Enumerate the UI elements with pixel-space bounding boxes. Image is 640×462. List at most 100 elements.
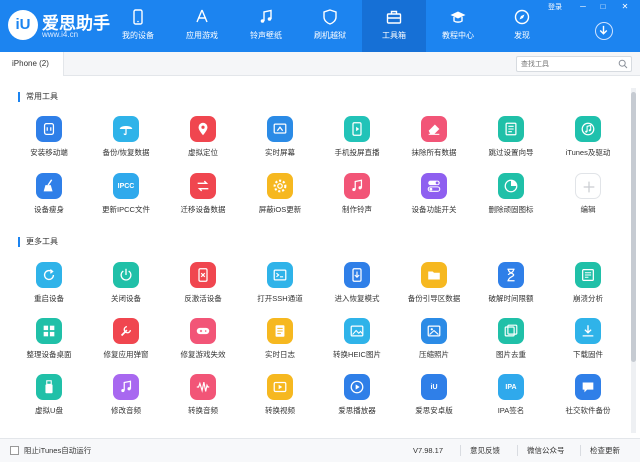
hourglass-icon — [498, 262, 524, 288]
tool-tile[interactable]: 虚拟定位 — [164, 116, 242, 166]
tool-tile[interactable]: 打开SSH通道 — [241, 262, 319, 312]
tool-tile[interactable]: 下载固件 — [549, 318, 627, 368]
app-header: iU 爱思助手 www.i4.cn 我的设备 应用游戏 铃声壁纸 刷机越狱 工具箱 教程中… — [0, 0, 640, 52]
tool-tile[interactable]: 修复游戏失效 — [164, 318, 242, 368]
feedback-link[interactable]: 意见反馈 — [470, 439, 500, 462]
tool-tile[interactable]: 转换视频 — [241, 374, 319, 424]
tool-tile-label: 抹除所有数据 — [411, 148, 457, 157]
tool-tile-label: 备份引导区数据 — [407, 294, 461, 303]
scrollbar-thumb[interactable] — [631, 92, 636, 362]
hourglass-icon-glyph — [507, 268, 515, 282]
recovery-icon — [344, 262, 370, 288]
block-itunes-label[interactable]: 阻止iTunes自动运行 — [24, 439, 91, 462]
tool-tile[interactable]: 压缩照片 — [395, 318, 473, 368]
tool-tile[interactable]: 爱思播放器 — [318, 374, 396, 424]
tool-tile[interactable]: 迁移设备数据 — [164, 173, 242, 223]
nav-tab-3[interactable]: 刷机越狱 — [298, 0, 362, 52]
tool-tile[interactable]: 制作铃声 — [318, 173, 396, 223]
itunes-icon — [575, 116, 601, 142]
tool-tile[interactable]: 图片去重 — [472, 318, 550, 368]
version-label: V7.98.17 — [413, 446, 444, 455]
folder-icon — [421, 262, 447, 288]
tool-tile-label: 虚拟定位 — [188, 148, 218, 157]
close-button[interactable]: ✕ — [620, 2, 630, 12]
tool-tile[interactable]: IPCC 更新IPCC文件 — [87, 173, 165, 223]
check-update-link[interactable]: 检查更新 — [590, 439, 620, 462]
download-icon — [575, 318, 601, 344]
location-pin-icon-glyph — [198, 122, 208, 136]
dedupe-icon — [498, 318, 524, 344]
maximize-button[interactable]: □ — [598, 2, 608, 12]
tool-tile[interactable]: 修复应用弹窗 — [87, 318, 165, 368]
nav-tab-2[interactable]: 铃声壁纸 — [234, 0, 298, 52]
block-itunes-checkbox[interactable] — [10, 446, 19, 455]
tool-tile[interactable]: 虚拟U盘 — [10, 374, 88, 424]
tool-tile[interactable]: 手机投屏直播 — [318, 116, 396, 166]
tab-iphone[interactable]: iPhone (2) — [0, 52, 64, 76]
audio-edit-icon — [113, 374, 139, 400]
tool-tile[interactable]: iTunes及驱动 — [549, 116, 627, 166]
tool-tile[interactable]: 崩溃分析 — [549, 262, 627, 312]
tool-search-box[interactable] — [516, 56, 632, 72]
tool-tile-label: 备份/恢复数据 — [102, 148, 150, 157]
music-note-icon — [260, 9, 272, 23]
tool-tile[interactable]: 备份引导区数据 — [395, 262, 473, 312]
nav-tab-5[interactable]: 教程中心 — [426, 0, 490, 52]
tool-tile[interactable]: 抹除所有数据 — [395, 116, 473, 166]
tool-tile[interactable]: 关闭设备 — [87, 262, 165, 312]
tool-tile[interactable]: 修改音频 — [87, 374, 165, 424]
nav-tab-1[interactable]: 应用游戏 — [170, 0, 234, 52]
gear-icon — [267, 173, 293, 199]
tool-tile[interactable]: 屏蔽iOS更新 — [241, 173, 319, 223]
tool-tile-label: 实时屏幕 — [265, 148, 295, 157]
tool-tile[interactable]: 编辑 — [549, 173, 627, 223]
vertical-scrollbar[interactable] — [631, 88, 636, 433]
nav-tab-4[interactable]: 工具箱 — [362, 0, 426, 52]
log-icon — [267, 318, 293, 344]
wechat-link[interactable]: 微信公众号 — [527, 439, 565, 462]
mobile-app-icon-glyph — [43, 123, 55, 135]
analysis-icon-glyph — [582, 269, 594, 281]
tool-tile-label: 图片去重 — [496, 350, 526, 359]
minimize-button[interactable]: ─ — [578, 2, 588, 12]
tool-tile[interactable]: 删除顽固图标 — [472, 173, 550, 223]
tile-icon-text: IPA — [505, 384, 517, 391]
tool-tile[interactable]: 社交软件备份 — [549, 374, 627, 424]
gamepad-icon-glyph — [196, 327, 210, 335]
tool-tile-label: 安装移动端 — [30, 148, 68, 157]
tool-tile[interactable]: 安装移动端 — [10, 116, 88, 166]
download-manager-button[interactable] — [595, 22, 613, 40]
tool-tile[interactable]: 整理设备桌面 — [10, 318, 88, 368]
tool-tile[interactable]: 破解时间限额 — [472, 262, 550, 312]
nav-tab-label: 应用游戏 — [186, 31, 218, 40]
search-input[interactable] — [521, 58, 613, 70]
image-convert-icon-glyph — [350, 325, 364, 337]
nav-tab-6[interactable]: 发现 — [490, 0, 554, 52]
deactivate-icon — [190, 262, 216, 288]
tool-tile-label: 压缩照片 — [419, 350, 449, 359]
tool-tile[interactable]: 反激活设备 — [164, 262, 242, 312]
tool-tile[interactable]: 备份/恢复数据 — [87, 116, 165, 166]
tool-tile[interactable]: IPA IPA签名 — [472, 374, 550, 424]
tool-tile[interactable]: 实时日志 — [241, 318, 319, 368]
tool-tile-label: IPA签名 — [497, 406, 525, 415]
tool-tile[interactable]: 进入恢复模式 — [318, 262, 396, 312]
transfer-icon — [190, 173, 216, 199]
tool-tile[interactable]: 转换音频 — [164, 374, 242, 424]
toolbox-icon — [386, 10, 402, 24]
tool-tile[interactable]: 设备瘦身 — [10, 173, 88, 223]
nav-tab-0[interactable]: 我的设备 — [106, 0, 170, 52]
eraser-icon-glyph — [428, 124, 440, 135]
tool-tile[interactable]: iU 爱思安卓版 — [395, 374, 473, 424]
tool-tile[interactable]: 跳过设置向导 — [472, 116, 550, 166]
tool-tile[interactable]: 重启设备 — [10, 262, 88, 312]
chat-backup-icon-glyph — [582, 382, 594, 393]
tool-tile[interactable]: 实时屏幕 — [241, 116, 319, 166]
transfer-icon-glyph — [197, 180, 209, 192]
tool-tile-label: iTunes及驱动 — [565, 148, 611, 157]
tool-tile[interactable]: 转换HEIC图片 — [318, 318, 396, 368]
play-phone-icon — [344, 116, 370, 142]
tool-tile[interactable]: 设备功能开关 — [395, 173, 473, 223]
tool-tile-label: 重启设备 — [34, 294, 64, 303]
search-icon[interactable] — [618, 59, 628, 69]
